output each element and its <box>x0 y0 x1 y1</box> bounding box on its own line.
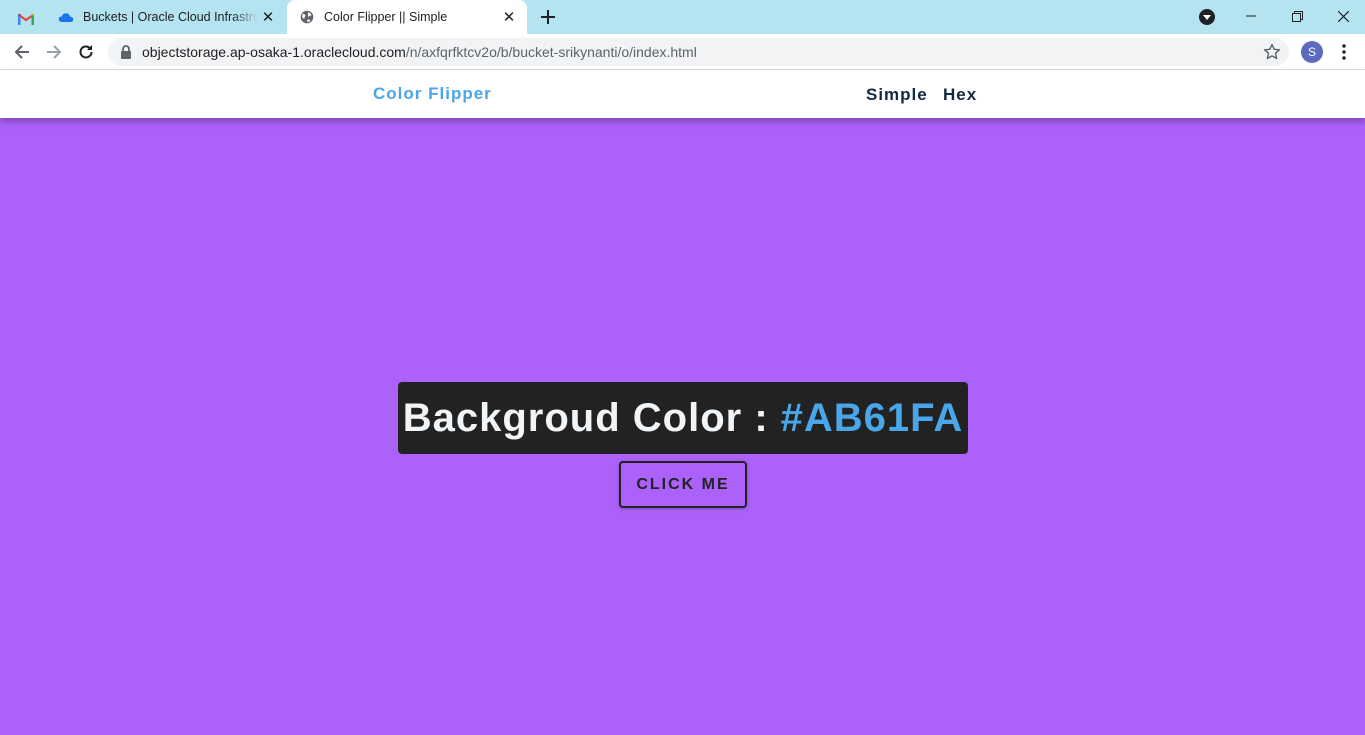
color-label: Backgroud Color : <box>402 395 769 440</box>
background-color-display: Backgroud Color : #AB61FA <box>398 382 968 455</box>
nav-link-hex[interactable]: Hex <box>943 85 977 105</box>
close-tab-icon[interactable]: ✕ <box>258 7 278 27</box>
close-icon <box>1337 10 1349 22</box>
browser-toolbar: objectstorage.ap-osaka-1.oraclecloud.com… <box>0 34 1365 70</box>
url-host: objectstorage.ap-osaka-1.oraclecloud.com <box>142 44 406 60</box>
plus-icon <box>541 10 555 24</box>
forward-button[interactable] <box>40 38 68 66</box>
cloud-icon <box>58 9 74 25</box>
new-tab-button[interactable] <box>536 5 560 29</box>
minimize-icon <box>1246 15 1256 17</box>
bookmark-star-icon[interactable] <box>1263 43 1281 61</box>
tab-oracle-buckets[interactable]: Buckets | Oracle Cloud Infrastructure ✕ <box>46 0 286 34</box>
reload-button[interactable] <box>72 38 100 66</box>
browser-tabstrip: Buckets | Oracle Cloud Infrastructure ✕ … <box>0 0 1365 34</box>
url-path: /n/axfqrfktcv2o/b/bucket-srikynanti/o/in… <box>405 44 697 60</box>
arrow-left-icon <box>14 45 29 59</box>
arrow-right-icon <box>47 45 62 59</box>
pinned-tab-gmail[interactable] <box>6 4 46 34</box>
lock-icon <box>121 45 131 59</box>
reload-icon <box>79 45 93 59</box>
gmail-icon <box>18 14 34 25</box>
globe-icon <box>299 9 315 25</box>
click-me-button[interactable]: CLICK ME <box>619 461 747 508</box>
chevron-down-icon <box>1203 14 1211 20</box>
nav-link-simple[interactable]: Simple <box>866 85 928 105</box>
restore-button[interactable] <box>1274 0 1320 32</box>
restore-icon <box>1291 10 1303 22</box>
browser-menu-button[interactable] <box>1333 41 1355 63</box>
site-navbar: Color Flipper Simple Hex <box>0 70 1365 118</box>
page-viewport: Color Flipper Simple Hex Backgroud Color… <box>0 70 1365 735</box>
minimize-button[interactable] <box>1228 0 1274 32</box>
color-hex-value: #AB61FA <box>780 395 964 440</box>
tab-color-flipper[interactable]: Color Flipper || Simple ✕ <box>287 0 527 34</box>
profile-avatar[interactable]: S <box>1301 41 1323 63</box>
tab-title: Color Flipper || Simple <box>324 10 448 24</box>
url-text[interactable]: objectstorage.ap-osaka-1.oraclecloud.com… <box>142 38 697 66</box>
close-tab-icon[interactable]: ✕ <box>499 7 519 27</box>
tab-title: Buckets | Oracle Cloud Infrastructure <box>83 10 258 24</box>
address-bar[interactable]: objectstorage.ap-osaka-1.oraclecloud.com… <box>108 38 1289 66</box>
back-button[interactable] <box>8 38 36 66</box>
more-vert-icon <box>1342 44 1346 60</box>
tab-search-button[interactable] <box>1199 9 1215 25</box>
close-window-button[interactable] <box>1320 0 1365 32</box>
site-brand[interactable]: Color Flipper <box>373 84 492 104</box>
